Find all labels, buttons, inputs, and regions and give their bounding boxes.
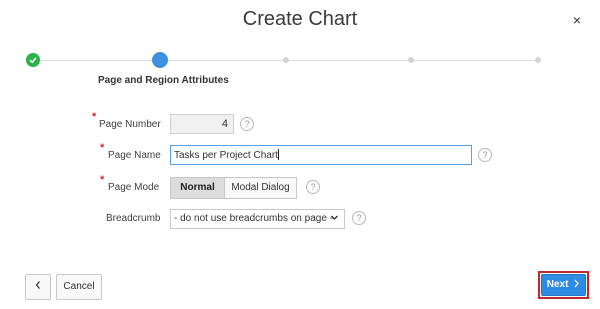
chevron-left-icon: [35, 281, 40, 289]
page-mode-modal-dialog-option[interactable]: Modal Dialog: [224, 177, 297, 199]
step-current-indicator: [152, 52, 168, 68]
page-number-field[interactable]: 4: [170, 114, 234, 134]
step-future-indicator: [283, 57, 289, 63]
step-future-indicator: [535, 57, 541, 63]
help-icon[interactable]: ?: [352, 211, 366, 225]
cancel-button[interactable]: Cancel: [56, 274, 102, 300]
page-mode-label: Page Mode: [108, 182, 160, 193]
step-complete-indicator: [26, 53, 40, 67]
breadcrumb-row: Breadcrumb - do not use breadcrumbs on p…: [0, 208, 600, 232]
check-icon: [29, 57, 37, 64]
dialog-title: Create Chart: [242, 8, 358, 30]
help-icon[interactable]: ?: [240, 117, 254, 131]
required-marker: *: [92, 111, 97, 123]
page-mode-row: * Page Mode Normal Modal Dialog ?: [0, 174, 600, 200]
wizard-track: [40, 60, 152, 61]
previous-button[interactable]: [25, 274, 51, 300]
chevron-right-icon: [574, 279, 580, 288]
page-mode-normal-option[interactable]: Normal: [170, 177, 225, 199]
chevron-down-icon: [331, 215, 338, 220]
help-icon[interactable]: ?: [478, 148, 492, 162]
required-marker: *: [100, 142, 105, 154]
next-button[interactable]: Next: [541, 274, 586, 296]
page-name-label: Page Name: [108, 150, 161, 161]
page-name-row: * Page Name Tasks per Project Chart ?: [0, 142, 600, 168]
next-button-label: Next: [546, 279, 569, 290]
breadcrumb-label: Breadcrumb: [106, 213, 161, 224]
breadcrumb-selected-value: - do not use breadcrumbs on page -: [174, 213, 333, 224]
close-icon[interactable]: ×: [567, 10, 587, 30]
current-step-label: Page and Region Attributes: [98, 75, 229, 86]
page-name-field[interactable]: Tasks per Project Chart: [170, 145, 472, 165]
breadcrumb-select[interactable]: - do not use breadcrumbs on page -: [170, 209, 345, 229]
wizard-progress: Page and Region Attributes: [0, 45, 600, 86]
text-cursor: [277, 149, 279, 160]
page-name-value: Tasks per Project Chart: [174, 150, 278, 161]
required-marker: *: [100, 174, 105, 186]
wizard-track: [168, 60, 540, 61]
help-icon[interactable]: ?: [306, 180, 320, 194]
page-number-label: Page Number: [99, 119, 161, 130]
step-future-indicator: [408, 57, 414, 63]
page-number-row: * Page Number 4 ?: [0, 111, 600, 137]
